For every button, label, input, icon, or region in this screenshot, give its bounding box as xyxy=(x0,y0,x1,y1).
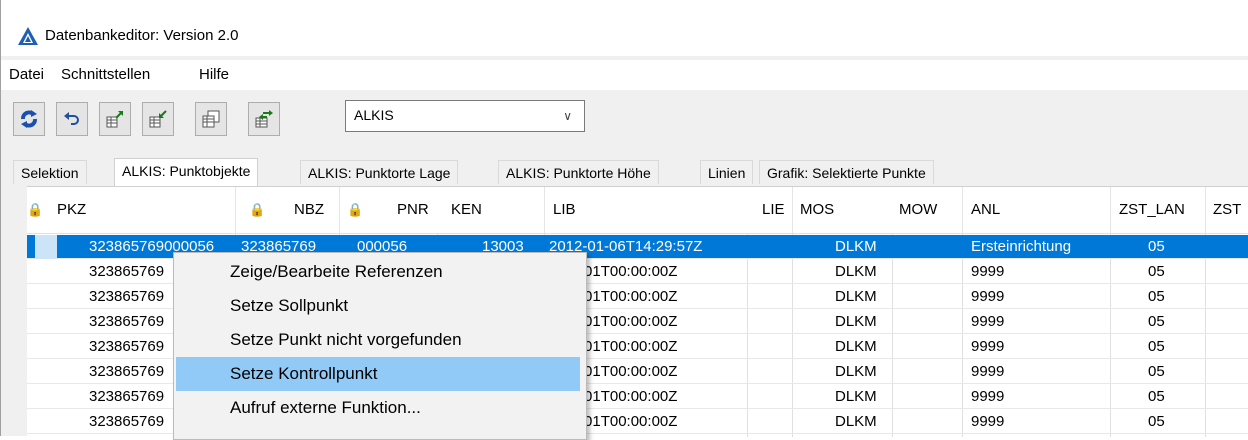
cell-anl[interactable]: 9999 xyxy=(971,338,1004,355)
column-header-zst[interactable]: ZST xyxy=(1213,201,1241,218)
cell-mos[interactable]: DLKM xyxy=(835,413,877,430)
column-header-mos[interactable]: MOS xyxy=(800,201,834,218)
column-divider[interactable] xyxy=(1205,187,1206,233)
cell-pkz[interactable]: 323865769 xyxy=(89,338,164,355)
menu-item-aufruf-externe-funktion[interactable]: Aufruf externe Funktion... xyxy=(176,391,580,425)
cell-pkz[interactable]: 323865769 xyxy=(89,363,164,380)
column-divider[interactable] xyxy=(544,187,545,233)
column-header-mow[interactable]: MOW xyxy=(899,201,937,218)
toolbar: ALKIS ∨ xyxy=(1,92,1248,158)
context-menu: Zeige/Bearbeite Referenzen Setze Sollpun… xyxy=(173,252,587,440)
tab-alkis-punktorte-lage[interactable]: ALKIS: Punktorte Lage xyxy=(300,160,459,184)
column-header-anl[interactable]: ANL xyxy=(971,201,1000,218)
cell-zst[interactable]: 05 xyxy=(1148,338,1165,355)
column-divider[interactable] xyxy=(235,187,236,233)
tab-alkis-punktobjekte[interactable]: ALKIS: Punktobjekte xyxy=(114,158,259,186)
cell-pkz[interactable]: 323865769 xyxy=(89,263,164,280)
row-header-selected[interactable] xyxy=(35,235,57,259)
cell-mos[interactable]: DLKM xyxy=(835,288,877,305)
database-combo[interactable]: ALKIS ∨ xyxy=(345,100,585,132)
column-divider[interactable] xyxy=(1110,187,1111,233)
column-header-pkz[interactable]: PKZ xyxy=(57,201,86,218)
refresh-button[interactable] xyxy=(13,102,45,136)
column-header-lie[interactable]: LIE xyxy=(762,201,785,218)
cell-zst[interactable]: 05 xyxy=(1148,238,1165,255)
column-header-pnr[interactable]: PNR xyxy=(397,201,429,218)
cell-anl[interactable]: 9999 xyxy=(971,363,1004,380)
tab-linien[interactable]: Linien xyxy=(700,160,754,184)
menu-item-setze-kontrollpunkt[interactable]: Setze Kontrollpunkt xyxy=(176,357,580,391)
cell-anl[interactable]: Ersteinrichtung xyxy=(971,238,1071,255)
menu-item-zeige-bearbeite-referenzen[interactable]: Zeige/Bearbeite Referenzen xyxy=(176,255,580,289)
cell-mos[interactable]: DLKM xyxy=(835,238,877,255)
column-divider[interactable] xyxy=(339,187,340,233)
import-table-button[interactable] xyxy=(142,102,174,136)
menu-item-setze-sollpunkt[interactable]: Setze Sollpunkt xyxy=(176,289,580,323)
lock-icon-glyph: 🔒 xyxy=(347,202,364,217)
title-bar: Datenbankeditor: Version 2.0 xyxy=(1,0,1248,56)
cell-mos[interactable]: DLKM xyxy=(835,363,877,380)
cell-anl[interactable]: 9999 xyxy=(971,288,1004,305)
tab-strip: Selektion ALKIS: Punktobjekte ALKIS: Pun… xyxy=(13,158,1248,186)
tab-selektion[interactable]: Selektion xyxy=(13,160,87,184)
cell-anl[interactable]: 9999 xyxy=(971,388,1004,405)
lock-icon-glyph: 🔒 xyxy=(27,202,44,217)
database-combo-value: ALKIS xyxy=(354,107,394,123)
cell-mos[interactable]: DLKM xyxy=(835,338,877,355)
menu-hilfe[interactable]: Hilfe xyxy=(199,66,229,83)
undo-icon xyxy=(64,112,79,125)
cell-pkz[interactable]: 323865769 xyxy=(89,388,164,405)
cell-pkz[interactable]: 323865769 xyxy=(89,288,164,305)
cell-zst[interactable]: 05 xyxy=(1148,363,1165,380)
cell-anl[interactable]: 9999 xyxy=(971,413,1004,430)
cell-pkz[interactable]: 323865769 xyxy=(89,313,164,330)
grid-header: 🔒 PKZ 🔒 NBZ 🔒 PNR KEN LIB LIE MOS MOW AN… xyxy=(27,187,1248,234)
column-header-ken[interactable]: KEN xyxy=(451,201,482,218)
cell-mos[interactable]: DLKM xyxy=(835,313,877,330)
cell-mos[interactable]: DLKM xyxy=(835,388,877,405)
app-window: Datenbankeditor: Version 2.0 Datei Schni… xyxy=(0,0,1248,440)
app-logo-icon xyxy=(18,27,38,45)
table-export-icon xyxy=(106,111,123,128)
lock-icon: 🔒 xyxy=(249,201,265,218)
cell-zst[interactable]: 05 xyxy=(1148,288,1165,305)
menu-bar: Datei Schnittstellen Hilfe xyxy=(1,60,1248,90)
table-import-icon xyxy=(149,110,167,128)
column-divider[interactable] xyxy=(962,187,963,233)
refresh-icon xyxy=(21,110,37,128)
column-header-zst-lan[interactable]: ZST_LAN xyxy=(1119,201,1185,218)
menu-datei[interactable]: Datei xyxy=(9,66,44,83)
copy-table-button[interactable] xyxy=(195,102,227,136)
tab-grafik-selektierte-punkte[interactable]: Grafik: Selektierte Punkte xyxy=(759,160,934,184)
column-divider[interactable] xyxy=(792,187,793,233)
lock-icon: 🔒 xyxy=(27,201,43,218)
cell-pkz[interactable]: 323865769 xyxy=(89,413,164,430)
cell-zst[interactable]: 05 xyxy=(1148,413,1165,430)
table-swap-icon xyxy=(255,110,273,128)
column-header-nbz[interactable]: NBZ xyxy=(294,201,324,218)
undo-button[interactable] xyxy=(56,102,88,136)
menu-schnittstellen[interactable]: Schnittstellen xyxy=(61,66,150,83)
menu-item-setze-punkt-nicht-vorgefunden[interactable]: Setze Punkt nicht vorgefunden xyxy=(176,323,580,357)
cell-anl[interactable]: 9999 xyxy=(971,313,1004,330)
table-copy-icon xyxy=(202,110,220,128)
cell-mos[interactable]: DLKM xyxy=(835,263,877,280)
export-table-button[interactable] xyxy=(99,102,131,136)
lock-icon-glyph: 🔒 xyxy=(249,202,266,217)
lock-icon: 🔒 xyxy=(347,201,363,218)
tab-alkis-punktorte-hoehe[interactable]: ALKIS: Punktorte Höhe xyxy=(498,160,659,184)
cell-anl[interactable]: 9999 xyxy=(971,263,1004,280)
column-header-lib[interactable]: LIB xyxy=(553,201,576,218)
swap-table-button[interactable] xyxy=(248,102,280,136)
window-title: Datenbankeditor: Version 2.0 xyxy=(45,27,239,44)
cell-zst[interactable]: 05 xyxy=(1148,388,1165,405)
cell-zst[interactable]: 05 xyxy=(1148,313,1165,330)
chevron-down-icon[interactable]: ∨ xyxy=(563,109,572,123)
cell-zst[interactable]: 05 xyxy=(1148,263,1165,280)
